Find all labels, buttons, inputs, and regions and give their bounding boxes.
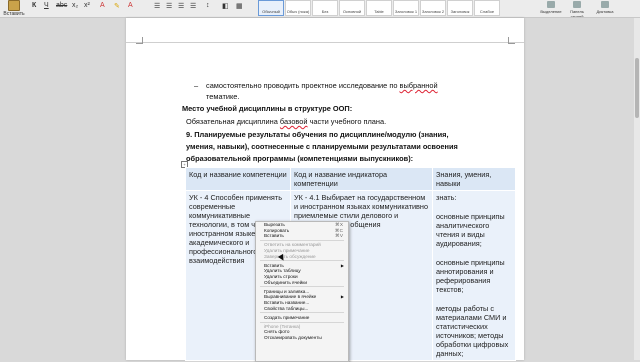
paste-label: Вставить (3, 11, 25, 17)
menu-item-label: Вставить (264, 262, 284, 268)
context-menu: Вырезать ⌘X Копировать ⌘C Вставить ⌘V Ответить… (255, 221, 349, 362)
menu-item-label: Создать примечание (264, 314, 310, 320)
styles-pane-icon (573, 1, 581, 8)
shading-icon[interactable]: ◧ (222, 2, 229, 12)
menu-item-label: Удалить таблицу (264, 268, 301, 274)
styles-pane-tool[interactable]: Панель стилей (566, 1, 588, 18)
underline-button[interactable]: Ч (44, 2, 49, 12)
justify-icon[interactable]: ☰ (190, 2, 196, 12)
cell-skills[interactable]: знать: основные принципы аналитического … (432, 190, 516, 361)
section-text: Обязательная дисциплина базовой части уч… (186, 117, 386, 126)
clipboard-icon (8, 0, 20, 11)
superscript-button[interactable]: x² (84, 2, 90, 12)
menu-item[interactable]: Создать примечание (256, 315, 348, 321)
style-no-spacing[interactable]: Без интерва… (312, 0, 338, 16)
menu-separator (260, 312, 344, 314)
style-heading[interactable]: Заголовок (447, 0, 473, 16)
menu-separator (260, 240, 344, 242)
menu-separator (260, 286, 344, 288)
menu-item-label: Вставить (264, 233, 284, 239)
item9-line-3: образовательной программы (компетенциями… (186, 154, 414, 163)
bullet-line-1: самостоятельно проводить проектное иссле… (206, 81, 438, 90)
strikethrough-button[interactable]: abc (56, 2, 67, 12)
menu-item-label: Удалить примечание (264, 247, 310, 253)
menu-item-label: Выравнивание в ячейке (264, 294, 317, 300)
competence-table[interactable]: Код и название компетенции Код и названи… (185, 167, 516, 361)
item9-line-1: 9. Планируемые результаты обучения по ди… (186, 130, 449, 139)
margin-corner-right (508, 37, 515, 44)
header-divider (126, 42, 524, 43)
ribbon-toolbar: Вставить К Ч abc x₂ x² A ✎ A ☰ ☰ ☰ ☰ ↕ ◧… (0, 0, 640, 18)
menu-item-label: Завершить обсуждение (264, 253, 316, 259)
highlight-icon[interactable]: ✎ (114, 2, 120, 12)
menu-item[interactable]: Вставить ⌘V (256, 233, 348, 239)
style-table-paragraph[interactable]: Table Paragr… (366, 0, 392, 16)
menu-item-label: Снять фото (264, 329, 290, 335)
menu-item-label: iPhone (Титанка) (264, 323, 301, 329)
section-text-spell: базовой (279, 117, 308, 126)
style-normal[interactable]: Обычный (258, 0, 284, 16)
style-subtle-emphasis[interactable]: Слабое выд… (474, 0, 500, 16)
table-header-row: Код и название компетенции Код и названи… (185, 167, 516, 191)
borders-icon[interactable]: ▦ (236, 2, 243, 12)
menu-separator (260, 260, 344, 262)
align-left-icon[interactable]: ☰ (154, 2, 160, 12)
skills-item-2: основные принципы аннотирования и рефери… (436, 258, 505, 294)
font-color-icon[interactable]: A (128, 2, 133, 12)
section-heading: Место учебной дисциплины в структуре ООП… (182, 104, 353, 113)
menu-item-label: Удалить строки (264, 273, 298, 279)
menu-item[interactable]: Свойства таблицы... (256, 306, 348, 312)
menu-item-shortcut: ⌘V (335, 233, 343, 239)
select-label: Выделение (540, 9, 562, 14)
menu-item-label: Границы и заливка... (264, 288, 310, 294)
skills-item-3: методы работы с материалами СМИ и статис… (436, 304, 509, 358)
bullet-dash: – (194, 81, 199, 90)
style-heading-1[interactable]: Заголовок 1 (393, 0, 419, 16)
bullet-line-1-text: самостоятельно проводить проектное иссле… (206, 81, 400, 90)
select-tool[interactable]: Выделение (540, 1, 562, 14)
style-heading-2[interactable]: Заголовок 2 (420, 0, 446, 16)
dictate-label: Диктовка (596, 9, 614, 14)
style-body-text[interactable]: Основной т… (339, 0, 365, 16)
menu-item[interactable]: Отсканировать документы (256, 335, 348, 341)
menu-item-label: Отсканировать документы (264, 335, 322, 341)
scrollbar-thumb[interactable] (635, 58, 639, 118)
margin-corner-left (136, 37, 143, 44)
bullet-line-1-spell: выбранной (399, 81, 438, 90)
menu-separator (260, 321, 344, 323)
select-icon (547, 1, 555, 8)
bold-button[interactable]: К (32, 2, 36, 12)
menu-item-label: Свойства таблицы... (264, 305, 309, 311)
style-normal-while[interactable]: Обыч (пока) (285, 0, 311, 16)
vertical-scrollbar[interactable] (634, 18, 640, 360)
item9-line-2: умения, навыки), соотнесенные с планируе… (186, 142, 458, 151)
section-text-c: части учебного плана. (307, 117, 387, 126)
menu-item-label: Вырезать (264, 222, 285, 227)
dictate-tool[interactable]: Диктовка (594, 1, 616, 14)
align-center-icon[interactable]: ☰ (166, 2, 172, 12)
text-color-icon[interactable]: A (100, 2, 105, 12)
header-cell-indicator[interactable]: Код и название индикатора компетенции (290, 167, 433, 191)
bullet-line-2: тематике. (206, 92, 240, 101)
skills-item-1: основные принципы аналитического чтения … (436, 212, 505, 248)
menu-item: Завершить обсуждение (256, 254, 348, 260)
microphone-icon (601, 1, 609, 8)
align-right-icon[interactable]: ☰ (178, 2, 184, 12)
styles-pane-label: Панель стилей (570, 9, 584, 18)
menu-item-label: Ответить на комментарий (264, 242, 321, 248)
header-cell-competence[interactable]: Код и название компетенции (185, 167, 291, 191)
section-text-a: Обязательная дисциплина (186, 117, 280, 126)
skills-title: знать: (436, 193, 457, 202)
menu-item-label: Копировать (264, 227, 290, 233)
paste-button[interactable]: Вставить (3, 0, 25, 17)
menu-item-label: Вставить название... (264, 299, 310, 305)
styles-gallery: Обычный Обыч (пока) Без интерва… Основно… (258, 0, 501, 16)
line-spacing-icon[interactable]: ↕ (206, 2, 210, 12)
menu-item-label: Объединить ячейки (264, 279, 307, 285)
table-row: УК - 4 Способен применять современные ко… (185, 190, 516, 361)
header-cell-skills[interactable]: Знания, умения, навыки (432, 167, 516, 191)
subscript-button[interactable]: x₂ (72, 2, 78, 12)
menu-item[interactable]: Объединить ячейки (256, 280, 348, 286)
